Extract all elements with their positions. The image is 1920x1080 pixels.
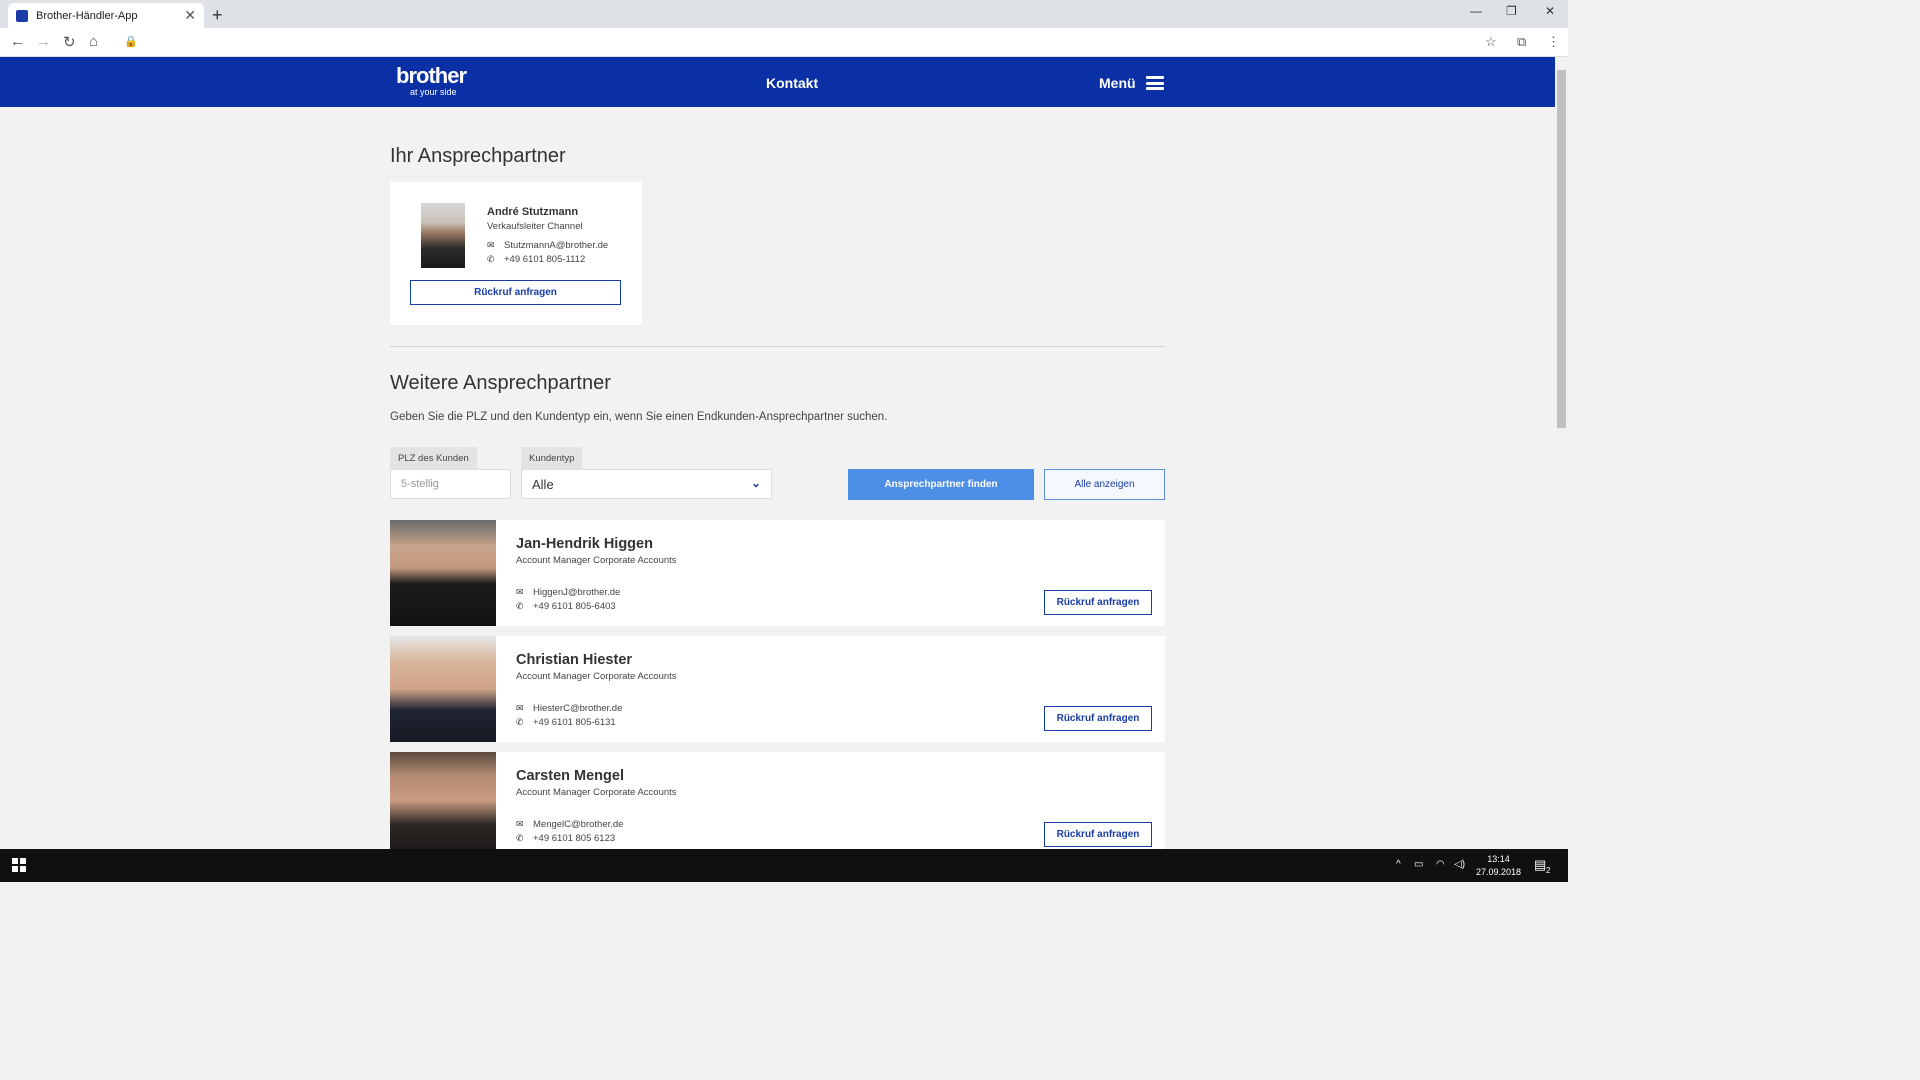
site-header: brother at your side Kontakt Menü	[0, 57, 1555, 107]
system-clock[interactable]: 13:14 27.09.2018	[1476, 853, 1521, 879]
contact-photo	[421, 203, 465, 268]
callback-button[interactable]: Rückruf anfragen	[410, 280, 621, 305]
person-photo	[390, 752, 496, 849]
wifi-icon[interactable]: ◠	[1436, 859, 1445, 870]
new-tab-icon[interactable]: +	[212, 5, 223, 26]
person-email-line: ✉ MengelC@brother.de	[516, 819, 623, 830]
tab-close-icon[interactable]: ✕	[184, 7, 196, 24]
main-contact-heading: Ihr Ansprechpartner	[390, 145, 566, 167]
person-email-line: ✉ HiggenJ@brother.de	[516, 587, 620, 598]
person-name: Jan-Hendrik Higgen	[516, 536, 653, 552]
contact-role: Verkaufsleiter Channel	[487, 221, 583, 232]
plz-input[interactable]: 5-stellig	[390, 469, 511, 499]
person-email-line: ✉ HiesterC@brother.de	[516, 703, 622, 714]
browser-tab[interactable]: Brother-Händler-App ✕	[8, 3, 204, 28]
chevron-down-icon: ⌄	[750, 476, 761, 490]
section-divider	[390, 346, 1165, 347]
scrollbar-thumb[interactable]	[1557, 70, 1566, 428]
main-contact-card: André Stutzmann Verkaufsleiter Channel ✉…	[390, 182, 642, 325]
person-role: Account Manager Corporate Accounts	[516, 787, 677, 798]
brother-logo[interactable]: brother at your side	[396, 65, 467, 98]
contact-phone[interactable]: +49 6101 805-1112	[504, 254, 585, 265]
mail-icon: ✉	[487, 240, 495, 250]
favicon-icon	[16, 9, 28, 22]
mail-icon: ✉	[516, 703, 524, 713]
restore-icon[interactable]: ❐	[1506, 4, 1517, 18]
notification-icon[interactable]: ▤	[1534, 857, 1546, 873]
tray-expand-icon[interactable]: ^	[1396, 859, 1401, 870]
hamburger-icon	[1145, 76, 1164, 90]
person-email[interactable]: HiggenJ@brother.de	[533, 587, 620, 598]
volume-icon[interactable]: ◁)	[1454, 859, 1465, 870]
windows-start-icon[interactable]	[12, 858, 26, 872]
person-email[interactable]: HiesterC@brother.de	[533, 703, 622, 714]
person-card: Jan-Hendrik Higgen Account Manager Corpo…	[390, 520, 1165, 626]
contact-name: André Stutzmann	[487, 206, 579, 218]
mail-icon: ✉	[516, 819, 524, 829]
kundentyp-label: Kundentyp	[521, 447, 583, 469]
search-hint: Geben Sie die PLZ und den Kundentyp ein,…	[390, 411, 888, 423]
contact-email-line: ✉ StutzmannA@brother.de	[487, 240, 608, 251]
phone-icon: ✆	[516, 717, 524, 727]
menu-label: Menü	[1099, 75, 1136, 91]
forward-icon[interactable]: →	[36, 33, 51, 50]
window-close-icon[interactable]: ✕	[1545, 4, 1555, 18]
person-phone[interactable]: +49 6101 805-6131	[533, 717, 616, 728]
callback-button[interactable]: Rückruf anfragen	[1044, 590, 1152, 615]
person-phone-line: ✆ +49 6101 805-6403	[516, 601, 616, 612]
home-icon[interactable]: ⌂	[89, 33, 98, 50]
browser-tab-bar: Brother-Händler-App ✕ + — ❐ ✕	[0, 0, 1568, 28]
minimize-icon[interactable]: —	[1470, 4, 1482, 18]
person-role: Account Manager Corporate Accounts	[516, 671, 677, 682]
person-photo	[390, 520, 496, 626]
find-contact-button[interactable]: Ansprechpartner finden	[848, 469, 1034, 500]
bookmark-star-icon[interactable]: ☆	[1485, 34, 1497, 50]
phone-icon: ✆	[516, 833, 524, 843]
more-menu-icon[interactable]: ⋮	[1547, 34, 1560, 50]
kundentyp-select[interactable]: Alle ⌄	[521, 469, 772, 499]
lock-icon: 🔒	[124, 36, 138, 48]
person-email[interactable]: MengelC@brother.de	[533, 819, 623, 830]
nav-kontakt[interactable]: Kontakt	[766, 75, 818, 91]
person-name: Christian Hiester	[516, 652, 633, 668]
tab-title: Brother-Händler-App	[36, 9, 138, 22]
callback-button[interactable]: Rückruf anfragen	[1044, 822, 1152, 847]
callback-button[interactable]: Rückruf anfragen	[1044, 706, 1152, 731]
more-contacts-heading: Weitere Ansprechpartner	[390, 372, 611, 394]
person-phone[interactable]: +49 6101 805-6403	[533, 601, 616, 612]
mail-icon: ✉	[516, 587, 524, 597]
person-name: Carsten Mengel	[516, 768, 624, 784]
clock-date: 27.09.2018	[1476, 867, 1522, 877]
contact-phone-line: ✆ +49 6101 805-1112	[487, 254, 585, 265]
clock-time: 13:14	[1487, 854, 1510, 864]
notification-count: 2	[1546, 866, 1551, 875]
plz-label: PLZ des Kunden	[390, 447, 477, 469]
show-all-button[interactable]: Alle anzeigen	[1044, 469, 1165, 500]
kundentyp-value: Alle	[532, 476, 554, 492]
battery-icon[interactable]: ▭	[1414, 859, 1423, 870]
person-phone-line: ✆ +49 6101 805-6131	[516, 717, 616, 728]
person-phone-line: ✆ +49 6101 805 6123	[516, 833, 615, 844]
reload-icon[interactable]: ↻	[63, 33, 76, 51]
contact-email[interactable]: StutzmannA@brother.de	[504, 240, 608, 251]
back-icon[interactable]: ←	[10, 33, 25, 50]
windows-taskbar: ^ ▭ ◠ ◁) 13:14 27.09.2018 ▤ 2	[0, 849, 1568, 882]
extension-icon[interactable]: ⧉	[1517, 34, 1526, 50]
phone-icon: ✆	[487, 254, 495, 264]
phone-icon: ✆	[516, 601, 524, 611]
person-phone[interactable]: +49 6101 805 6123	[533, 833, 615, 844]
person-card: Christian Hiester Account Manager Corpor…	[390, 636, 1165, 742]
address-bar: ← → ↻ ⌂ 🔒 ☆ ⧉ ⋮	[0, 28, 1568, 57]
person-photo	[390, 636, 496, 742]
person-role: Account Manager Corporate Accounts	[516, 555, 677, 566]
nav-menu[interactable]: Menü	[1099, 75, 1164, 91]
person-card: Carsten Mengel Account Manager Corporate…	[390, 752, 1165, 849]
